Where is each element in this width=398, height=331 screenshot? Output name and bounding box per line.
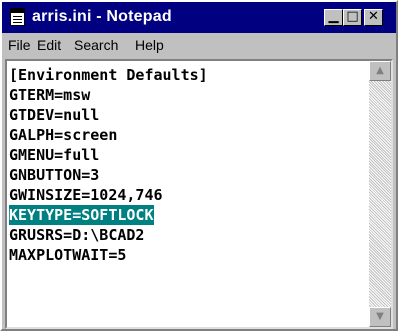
editor-area[interactable]: [Environment Defaults] GTERM=msw GTDEV=n… xyxy=(5,59,393,329)
selected-text-line[interactable]: KEYTYPE=SOFTLOCK xyxy=(9,205,154,225)
text-line[interactable]: GALPH=screen xyxy=(9,125,117,145)
text-line[interactable]: GNBUTTON=3 xyxy=(9,165,99,185)
text-line[interactable]: MAXPLOTWAIT=5 xyxy=(9,245,126,265)
scroll-up-arrow-icon: ▲ xyxy=(376,65,384,76)
title-bar[interactable]: arris.ini - Notepad ▁ □ ✕ xyxy=(2,2,396,33)
scroll-down-button[interactable]: ▼ xyxy=(369,307,391,327)
text-line[interactable]: GTERM=msw xyxy=(9,85,90,105)
text-line[interactable]: [Environment Defaults] xyxy=(9,65,208,85)
vertical-scrollbar[interactable]: ▲ ▼ xyxy=(369,61,391,327)
text-line[interactable]: GMENU=full xyxy=(9,145,99,165)
window-title: arris.ini - Notepad xyxy=(32,8,172,25)
scroll-up-button[interactable]: ▲ xyxy=(369,61,391,81)
minimize-button[interactable]: ▁ xyxy=(324,9,343,26)
close-button[interactable]: ✕ xyxy=(364,9,383,26)
text-line[interactable]: GWINSIZE=1024,746 xyxy=(9,185,163,205)
text-line[interactable]: GTDEV=null xyxy=(9,105,99,125)
maximize-button[interactable]: □ xyxy=(343,9,362,26)
menu-file[interactable]: File xyxy=(8,37,31,53)
scroll-down-arrow-icon: ▼ xyxy=(376,311,384,322)
close-icon: ✕ xyxy=(368,9,379,24)
notepad-icon[interactable] xyxy=(10,8,25,26)
menu-help[interactable]: Help xyxy=(135,37,164,53)
menu-bar: File Edit Search Help xyxy=(2,33,396,57)
document-text[interactable]: [Environment Defaults] GTERM=msw GTDEV=n… xyxy=(7,61,369,327)
text-line[interactable]: GRUSRS=D:\BCAD2 xyxy=(9,225,144,245)
maximize-icon: □ xyxy=(346,9,359,24)
notepad-window: arris.ini - Notepad ▁ □ ✕ File Edit Sear… xyxy=(0,0,398,331)
minimize-icon: ▁ xyxy=(328,9,339,24)
menu-search[interactable]: Search xyxy=(74,37,118,53)
menu-edit[interactable]: Edit xyxy=(37,37,61,53)
